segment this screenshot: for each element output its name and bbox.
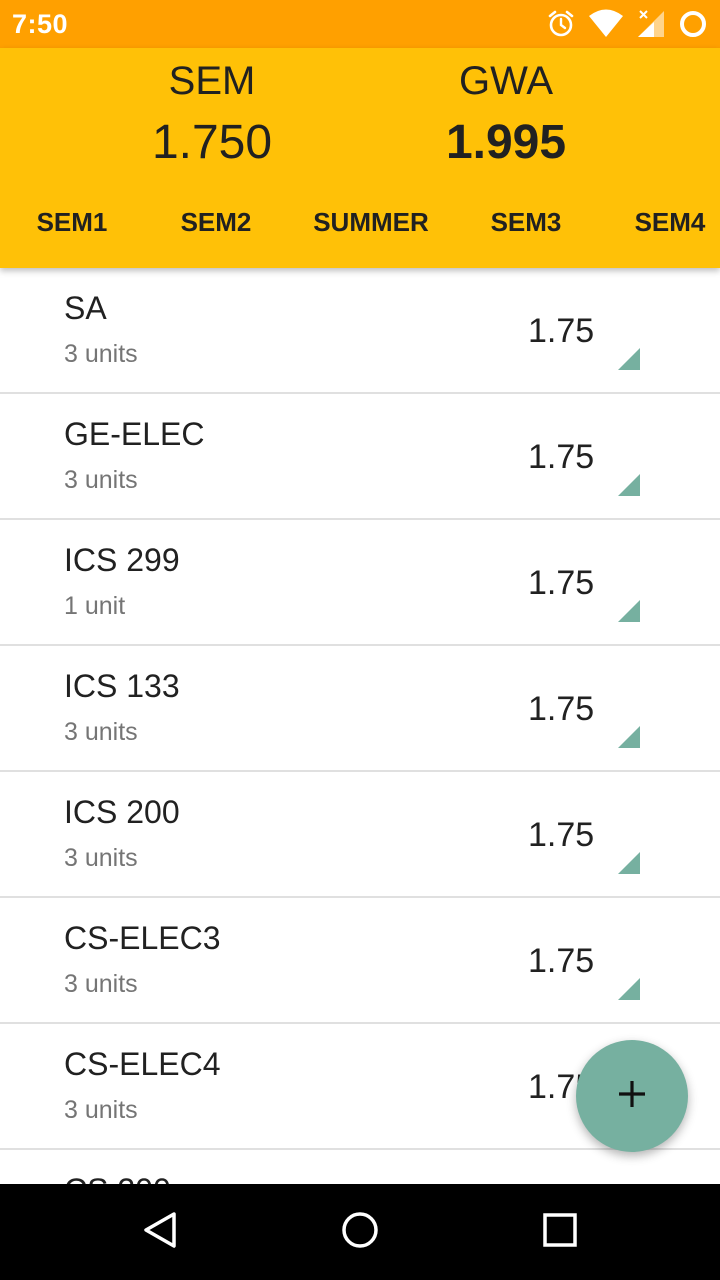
grade-spinner[interactable]: 1.75: [528, 942, 594, 981]
course-units: 3 units: [64, 466, 138, 494]
battery-icon: [678, 9, 708, 39]
semester-tabs: SEM1 SEM2 SUMMER SEM3 SEM4: [0, 198, 720, 246]
tab-sem2[interactable]: SEM2: [181, 198, 252, 246]
recents-icon: [540, 1210, 580, 1255]
course-name: SA: [64, 290, 107, 326]
grade-spinner[interactable]: 1.75: [528, 312, 594, 351]
dropdown-triangle-icon: [618, 726, 640, 748]
course-units: 3 units: [64, 718, 138, 746]
course-units: 1 unit: [64, 592, 126, 620]
home-button[interactable]: [336, 1208, 384, 1256]
back-icon: [140, 1210, 180, 1255]
course-name: ICS 133: [64, 668, 180, 704]
gwa-summary: GWA 1.995: [386, 58, 626, 174]
add-course-button[interactable]: [576, 1040, 688, 1152]
dropdown-triangle-icon: [618, 978, 640, 1000]
course-row[interactable]: ICS 200 3 units 1.75: [0, 772, 720, 898]
status-bar: 7:50: [0, 0, 720, 48]
signal-icon: [636, 9, 666, 39]
app-screen: 7:50 SEM 1.750 GWA 1.995 SEM1 SEM2 SUMME…: [0, 0, 720, 1280]
grade-spinner[interactable]: 1.75: [528, 564, 594, 603]
status-icons: [546, 9, 708, 39]
tab-sem3[interactable]: SEM3: [491, 198, 562, 246]
course-name: CS-ELEC4: [64, 1046, 221, 1082]
course-row[interactable]: GE-ELEC 3 units 1.75: [0, 394, 720, 520]
recents-button[interactable]: [536, 1208, 584, 1256]
sem-summary: SEM 1.750: [92, 58, 332, 174]
course-units: 3 units: [64, 844, 138, 872]
dropdown-triangle-icon: [618, 852, 640, 874]
sem-label: SEM: [168, 59, 256, 103]
status-time: 7:50: [12, 8, 69, 39]
dropdown-triangle-icon: [618, 474, 640, 496]
summary-header: SEM 1.750 GWA 1.995 SEM1 SEM2 SUMMER SEM…: [0, 48, 720, 268]
dropdown-triangle-icon: [618, 600, 640, 622]
course-row[interactable]: ICS 299 1 unit 1.75: [0, 520, 720, 646]
gwa-value: 1.995: [445, 116, 567, 169]
sem-value: 1.750: [151, 116, 273, 169]
course-row[interactable]: CS-ELEC3 3 units 1.75: [0, 898, 720, 1024]
home-icon: [340, 1210, 380, 1255]
grade-spinner[interactable]: 1.75: [528, 438, 594, 477]
tab-sem4[interactable]: SEM4: [635, 198, 706, 246]
tab-summer[interactable]: SUMMER: [313, 198, 429, 246]
course-row[interactable]: ICS 133 3 units 1.75: [0, 646, 720, 772]
course-name: ICS 200: [64, 794, 180, 830]
back-button[interactable]: [136, 1208, 184, 1256]
grade-spinner[interactable]: 1.75: [528, 690, 594, 729]
course-row[interactable]: SA 3 units 1.75: [0, 268, 720, 394]
course-name: GE-ELEC: [64, 416, 205, 452]
course-row[interactable]: CS 200: [0, 1150, 720, 1184]
wifi-icon: [588, 9, 624, 39]
gwa-label: GWA: [458, 59, 554, 103]
navigation-bar: [0, 1184, 720, 1280]
course-units: 3 units: [64, 970, 138, 998]
alarm-icon: [546, 9, 576, 39]
grade-spinner[interactable]: 1.75: [528, 816, 594, 855]
tab-sem1[interactable]: SEM1: [37, 198, 108, 246]
course-units: 3 units: [64, 340, 138, 368]
dropdown-triangle-icon: [618, 348, 640, 370]
course-name: ICS 299: [64, 542, 180, 578]
course-name: CS-ELEC3: [64, 920, 221, 956]
course-name: CS 200: [64, 1172, 171, 1184]
course-units: 3 units: [64, 1096, 138, 1124]
plus-icon: [617, 1079, 647, 1114]
